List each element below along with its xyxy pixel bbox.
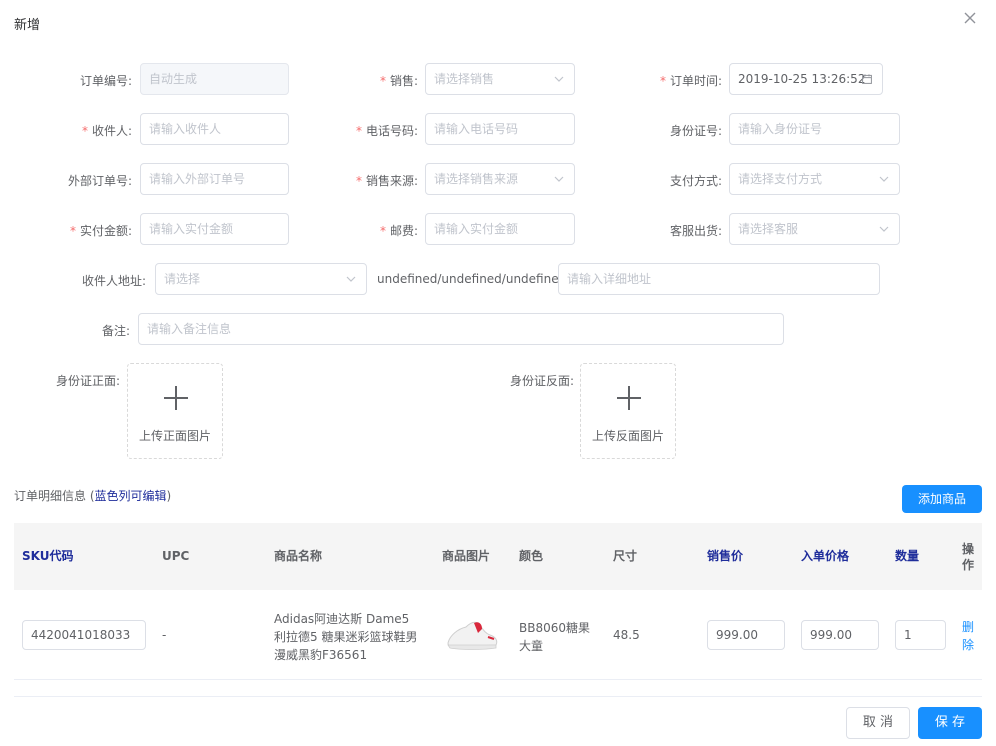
phone-label-text: 电话号码: <box>365 124 418 138</box>
external-order-placeholder: 请输入外部订单号 <box>149 172 246 186</box>
col-entry-price: 入单价格 <box>801 549 850 563</box>
paid-amount-label-text: 实付金额: <box>79 224 132 238</box>
payment-placeholder: 请选择支付方式 <box>738 172 823 186</box>
order-time-label: * 订单时间: <box>659 74 722 88</box>
id-card-placeholder: 请输入身份证号 <box>738 122 823 136</box>
sales-placeholder: 请选择销售 <box>434 72 495 86</box>
postage-label-text: 邮费: <box>389 224 418 238</box>
sales-source-label: * 销售来源: <box>355 174 418 188</box>
cs-shipping-select[interactable]: 请选择客服 <box>729 213 900 245</box>
id-back-upload[interactable]: 上传反面图片 <box>580 363 676 459</box>
delete-link[interactable]: 删除 <box>962 618 976 654</box>
table-header: SKU代码 UPC 商品名称 商品图片 颜色 尺寸 销售价 入单价格 数量 操作 <box>14 523 982 590</box>
address-region-placeholder: 请选择 <box>164 272 201 286</box>
postage-placeholder: 请输入实付金额 <box>434 222 519 236</box>
id-card-label: 身份证号: <box>669 124 722 138</box>
paid-amount-label: * 实付金额: <box>69 224 132 238</box>
sales-select[interactable]: 请选择销售 <box>425 63 575 95</box>
col-upc: UPC <box>162 549 190 563</box>
col-name: 商品名称 <box>274 549 323 563</box>
plus-icon <box>617 386 641 410</box>
details-title-prefix: 订单明细信息 ( <box>14 489 95 503</box>
chevron-down-icon <box>879 214 889 244</box>
col-qty: 数量 <box>895 549 920 563</box>
details-title-suffix: ) <box>166 489 172 503</box>
sales-label-text: 销售: <box>389 74 418 88</box>
sales-source-select[interactable]: 请选择销售来源 <box>425 163 575 195</box>
cancel-button[interactable]: 取 消 <box>846 707 910 739</box>
external-order-label: 外部订单号: <box>67 174 132 188</box>
address-label: 收件人地址: <box>81 274 146 288</box>
sales-label: * 销售: <box>379 74 418 88</box>
order-time-label-text: 订单时间: <box>669 74 722 88</box>
paid-amount-placeholder: 请输入实付金额 <box>149 222 234 236</box>
col-size: 尺寸 <box>613 549 638 563</box>
remark-input[interactable]: 请输入备注信息 <box>138 313 784 345</box>
paid-amount-input[interactable]: 请输入实付金额 <box>140 213 289 245</box>
id-front-upload[interactable]: 上传正面图片 <box>127 363 223 459</box>
address-region-select[interactable]: 请选择 <box>155 263 367 295</box>
payment-select[interactable]: 请选择支付方式 <box>729 163 900 195</box>
chevron-down-icon <box>346 264 356 294</box>
receiver-label-text: 收件人: <box>91 124 132 138</box>
remark-placeholder: 请输入备注信息 <box>147 322 232 336</box>
order-time-value: 2019-10-25 13:26:52 <box>738 72 866 86</box>
details-title: 订单明细信息 (蓝色列可编辑) <box>14 487 171 504</box>
close-icon[interactable] <box>964 12 980 28</box>
col-sale-price: 销售价 <box>707 549 744 563</box>
entry-price-input[interactable]: 999.00 <box>801 620 879 650</box>
dialog-title: 新增 <box>14 18 41 33</box>
size-cell: 48.5 <box>613 628 640 642</box>
postage-label: * 邮费: <box>379 224 418 238</box>
address-detail-input[interactable]: 请输入详细地址 <box>558 263 880 295</box>
row-divider <box>14 679 982 680</box>
sneaker-image <box>447 621 498 650</box>
col-image: 商品图片 <box>442 549 491 563</box>
upc-cell: - <box>162 628 167 642</box>
col-color: 颜色 <box>519 549 544 563</box>
cs-shipping-placeholder: 请选择客服 <box>738 222 799 236</box>
phone-placeholder: 请输入电话号码 <box>434 122 519 136</box>
details-title-hint: 蓝色列可编辑 <box>94 489 167 503</box>
sale-price-input[interactable]: 999.00 <box>707 620 785 650</box>
remark-label: 备注: <box>101 324 130 338</box>
chevron-down-icon <box>879 164 889 194</box>
chevron-down-icon <box>554 164 564 194</box>
sku-input[interactable]: 4420041018033 <box>22 620 146 650</box>
order-time-input[interactable]: 2019-10-25 13:26:52 <box>729 63 883 95</box>
phone-label: * 电话号码: <box>355 124 418 138</box>
address-region-text: undefined/undefined/undefined <box>377 272 567 286</box>
id-front-label: 身份证正面: <box>55 374 120 388</box>
color-cell: BB8060糖果大童 <box>519 621 591 653</box>
id-back-upload-text: 上传反面图片 <box>591 429 664 443</box>
receiver-label: * 收件人: <box>81 124 132 138</box>
product-name-cell: Adidas阿迪达斯 Dame5 利拉德5 糖果迷彩篮球鞋男漫威黑豹F36561 <box>274 612 418 662</box>
phone-input[interactable]: 请输入电话号码 <box>425 113 575 145</box>
calendar-icon <box>862 64 872 94</box>
order-no-label: 订单编号: <box>79 74 132 88</box>
postage-input[interactable]: 请输入实付金额 <box>425 213 575 245</box>
id-card-input[interactable]: 请输入身份证号 <box>729 113 900 145</box>
payment-label: 支付方式: <box>669 174 722 188</box>
qty-input[interactable]: 1 <box>895 620 946 650</box>
chevron-down-icon <box>554 64 564 94</box>
order-no-input: 自动生成 <box>140 63 289 95</box>
receiver-input[interactable]: 请输入收件人 <box>140 113 289 145</box>
address-detail-placeholder: 请输入详细地址 <box>567 272 652 286</box>
sales-source-label-text: 销售来源: <box>365 174 418 188</box>
col-sku: SKU代码 <box>22 549 74 563</box>
receiver-placeholder: 请输入收件人 <box>149 122 222 136</box>
id-back-label: 身份证反面: <box>509 374 574 388</box>
footer-divider <box>14 696 982 697</box>
order-no-placeholder: 自动生成 <box>149 72 198 86</box>
save-button[interactable]: 保 存 <box>918 707 982 739</box>
sales-source-placeholder: 请选择销售来源 <box>434 172 519 186</box>
cs-shipping-label: 客服出货: <box>669 224 722 238</box>
id-front-upload-text: 上传正面图片 <box>138 429 211 443</box>
external-order-input[interactable]: 请输入外部订单号 <box>140 163 289 195</box>
col-action: 操作 <box>962 542 975 572</box>
plus-icon <box>164 386 188 410</box>
add-product-button[interactable]: 添加商品 <box>902 485 982 513</box>
